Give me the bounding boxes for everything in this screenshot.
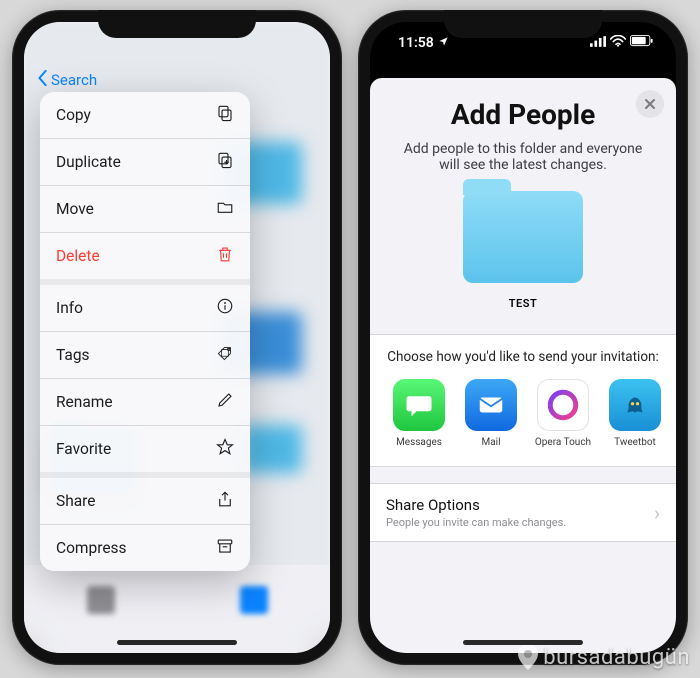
screen-right: 11:58	[370, 22, 676, 653]
back-label: Search	[51, 71, 97, 89]
menu-item-info[interactable]: Info	[40, 285, 250, 332]
menu-label: Delete	[56, 247, 100, 265]
location-icon	[438, 35, 449, 51]
menu-label: Favorite	[56, 440, 111, 458]
duplicate-icon	[216, 151, 234, 173]
app-label: Tweetbot	[614, 437, 656, 448]
pin-icon	[517, 644, 539, 670]
menu-item-compress[interactable]: Compress	[40, 525, 250, 571]
menu-label: Rename	[56, 393, 113, 411]
invite-prompt: Choose how you'd like to send your invit…	[380, 349, 666, 365]
menu-label: Compress	[56, 539, 127, 557]
app-opera-touch[interactable]: Opera Touch	[534, 379, 592, 448]
menu-item-tags[interactable]: Tags	[40, 332, 250, 379]
copy-icon	[216, 104, 234, 126]
share-options-row[interactable]: Share Options People you invite can make…	[370, 483, 676, 542]
menu-label: Info	[56, 299, 83, 317]
menu-item-delete[interactable]: Delete	[40, 233, 250, 285]
app-label: Messages	[396, 437, 442, 448]
tab-recents[interactable]	[87, 586, 115, 614]
sheet-description: Add people to this folder and everyone w…	[370, 131, 676, 187]
menu-label: Tags	[56, 346, 90, 364]
menu-item-favorite[interactable]: Favorite	[40, 426, 250, 478]
sheet-title: Add People	[370, 98, 676, 131]
share-icon	[216, 490, 234, 512]
close-button[interactable]	[636, 90, 664, 118]
home-indicator[interactable]	[463, 640, 583, 645]
screen-left: 11:58 Search	[24, 22, 330, 653]
share-sheet: Add People Add people to this folder and…	[370, 78, 676, 653]
notch	[444, 10, 602, 38]
tweetbot-icon	[609, 379, 661, 431]
opera-icon	[537, 379, 589, 431]
watermark-text: bursadabugün	[543, 645, 690, 670]
menu-label: Share	[56, 492, 96, 510]
menu-label: Move	[56, 200, 94, 218]
close-icon	[644, 95, 656, 114]
battery-icon	[630, 35, 654, 51]
folder-name: TEST	[370, 297, 676, 310]
menu-item-share[interactable]: Share	[40, 478, 250, 525]
messages-icon	[393, 379, 445, 431]
menu-item-move[interactable]: Move	[40, 186, 250, 233]
menu-item-rename[interactable]: Rename	[40, 379, 250, 426]
apps-row[interactable]: Messages Mail Opera Touch	[380, 379, 666, 448]
phone-left: 11:58 Search	[12, 10, 342, 665]
chevron-right-icon: ›	[654, 501, 660, 525]
menu-label: Duplicate	[56, 153, 121, 171]
menu-item-copy[interactable]: Copy	[40, 92, 250, 139]
back-link[interactable]: Search	[38, 70, 97, 90]
home-indicator[interactable]	[117, 640, 237, 645]
app-messages[interactable]: Messages	[390, 379, 448, 448]
tag-icon	[216, 344, 234, 366]
info-icon	[216, 297, 234, 319]
folder-preview	[463, 191, 583, 283]
app-tweetbot[interactable]: Tweetbot	[606, 379, 664, 448]
watermark: bursadabugün	[517, 644, 690, 670]
share-apps-section: Choose how you'd like to send your invit…	[370, 334, 676, 467]
share-options-title: Share Options	[386, 496, 566, 514]
cellular-icon	[590, 35, 606, 51]
trash-icon	[216, 245, 234, 267]
pencil-icon	[216, 391, 234, 413]
app-label: Opera Touch	[535, 437, 591, 448]
context-menu: Copy Duplicate Move Delete Info Tags	[40, 92, 250, 571]
chevron-left-icon	[38, 70, 48, 90]
notch	[98, 10, 256, 38]
phone-right: 11:58	[358, 10, 688, 665]
tab-browse[interactable]	[240, 586, 268, 614]
folder-icon	[216, 198, 234, 220]
app-mail[interactable]: Mail	[462, 379, 520, 448]
share-options-subtitle: People you invite can make changes.	[386, 516, 566, 529]
star-icon	[216, 438, 234, 460]
wifi-icon	[610, 35, 626, 51]
app-label: Mail	[481, 437, 500, 448]
menu-item-duplicate[interactable]: Duplicate	[40, 139, 250, 186]
status-time: 11:58	[398, 35, 434, 51]
menu-label: Copy	[56, 106, 91, 124]
mail-icon	[465, 379, 517, 431]
archive-icon	[216, 537, 234, 559]
